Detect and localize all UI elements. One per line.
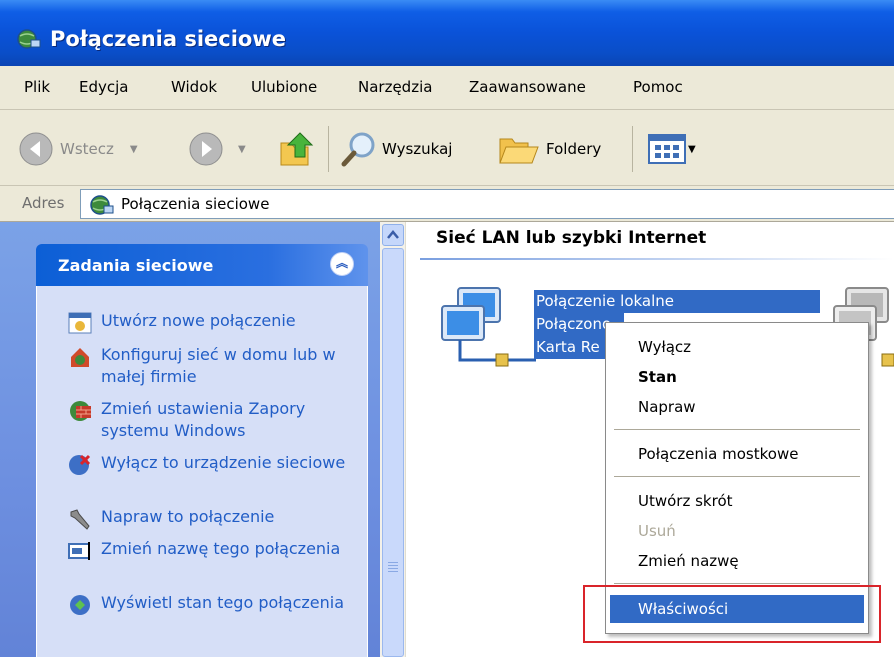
address-input[interactable]: Połączenia sieciowe [80, 189, 894, 219]
scroll-up-button[interactable] [382, 224, 404, 246]
scroll-thumb[interactable] [382, 248, 404, 657]
task-view-status[interactable]: Wyświetl stan tego połączenia [67, 592, 357, 618]
menu-help[interactable]: Pomoc [633, 78, 683, 96]
task-rename-connection[interactable]: Zmień nazwę tego połączenia [67, 538, 357, 564]
menu-item-bridge[interactable]: Połączenia mostkowe [610, 440, 864, 468]
forward-arrow-icon [189, 132, 223, 166]
task-disable-device[interactable]: Wyłącz to urządzenie sieciowe [67, 452, 357, 478]
menu-item-rename[interactable]: Zmień nazwę [610, 547, 864, 575]
menu-item-repair[interactable]: Napraw [610, 393, 864, 421]
chevron-down-icon[interactable]: ▼ [688, 144, 696, 155]
lan-group-title: Sieć LAN lub szybki Internet [436, 228, 707, 248]
disable-device-icon [69, 454, 91, 475]
menu-edit[interactable]: Edycja [79, 78, 128, 96]
network-connections-icon [17, 29, 41, 49]
chevron-up-icon [387, 230, 399, 239]
up-folder-button[interactable] [278, 130, 318, 168]
chevron-down-icon[interactable]: ▼ [238, 144, 246, 155]
task-repair-connection[interactable]: Napraw to połączenie [67, 506, 357, 532]
search-button[interactable]: Wyszukaj [340, 130, 452, 168]
menu-item-status[interactable]: Stan [610, 363, 864, 391]
network-tasks-header[interactable]: Zadania sieciowe ︽ [36, 244, 368, 286]
network-tasks-title: Zadania sieciowe [58, 256, 214, 275]
connection-name: Połączenie lokalne [534, 290, 820, 313]
title-bar[interactable]: Połączenia sieciowe [0, 0, 894, 66]
home-network-icon [71, 348, 89, 367]
folders-label: Foldery [546, 140, 602, 158]
rename-icon [68, 542, 90, 560]
views-button[interactable]: ▼ [648, 130, 696, 168]
menu-file[interactable]: Plik [24, 78, 50, 96]
menu-separator [614, 476, 860, 477]
menu-advanced[interactable]: Zaawansowane [469, 78, 586, 96]
back-arrow-icon [19, 132, 53, 166]
back-button[interactable]: Wstecz ▼ [18, 130, 138, 168]
address-value: Połączenia sieciowe [121, 195, 270, 213]
wrench-icon [70, 509, 90, 530]
menu-separator [614, 583, 860, 584]
menu-item-delete[interactable]: Usuń [610, 517, 864, 545]
status-icon [70, 595, 90, 615]
forward-button[interactable]: ▼ [188, 130, 246, 168]
firewall-icon [70, 401, 91, 421]
views-icon [648, 134, 686, 164]
vertical-scrollbar[interactable] [380, 222, 406, 657]
annotation-highlight [583, 585, 881, 643]
back-label: Wstecz [60, 140, 114, 158]
menu-item-disable[interactable]: Wyłącz [610, 333, 864, 361]
new-connection-icon [68, 312, 92, 334]
menu-favorites[interactable]: Ulubione [251, 78, 317, 96]
search-label: Wyszukaj [382, 140, 453, 158]
task-change-firewall[interactable]: Zmień ustawienia Zapory systemu Windows [67, 398, 357, 442]
network-connections-icon [90, 195, 114, 215]
network-tasks-list: Utwórz nowe połączenie Konfiguruj sieć w… [36, 286, 368, 657]
up-folder-icon [280, 132, 314, 166]
address-bar: Adres Połączenia sieciowe [0, 186, 894, 222]
folders-icon [499, 138, 539, 164]
collapse-icon[interactable]: ︽ [330, 252, 354, 276]
menu-item-create-shortcut[interactable]: Utwórz skrót [610, 487, 864, 515]
task-create-connection[interactable]: Utwórz nowe połączenie [67, 310, 357, 336]
connection-device: Karta Re [534, 336, 614, 359]
toolbar-separator [632, 126, 633, 172]
task-setup-home-network[interactable]: Konfiguruj sieć w domu lub w małej firmi… [67, 344, 357, 388]
toolbar-separator [328, 126, 329, 172]
lan-connection-icon [441, 287, 536, 367]
scroll-grip [388, 562, 398, 572]
folders-button[interactable]: Foldery [498, 130, 601, 168]
task-pane: Zadania sieciowe ︽ Utwórz nowe połączeni… [0, 222, 380, 657]
chevron-down-icon[interactable]: ▼ [130, 144, 138, 155]
menu-bar: Plik Edycja Widok Ulubione Narzędzia Zaa… [0, 66, 894, 110]
menu-view[interactable]: Widok [171, 78, 217, 96]
group-divider [420, 258, 894, 260]
window-title: Połączenia sieciowe [50, 27, 286, 51]
menu-tools[interactable]: Narzędzia [358, 78, 432, 96]
toolbar: Wstecz ▼ ▼ Wyszukaj Foldery ▼ [0, 110, 894, 186]
address-label: Adres [22, 194, 65, 212]
search-icon [341, 132, 375, 167]
menu-separator [614, 429, 860, 430]
